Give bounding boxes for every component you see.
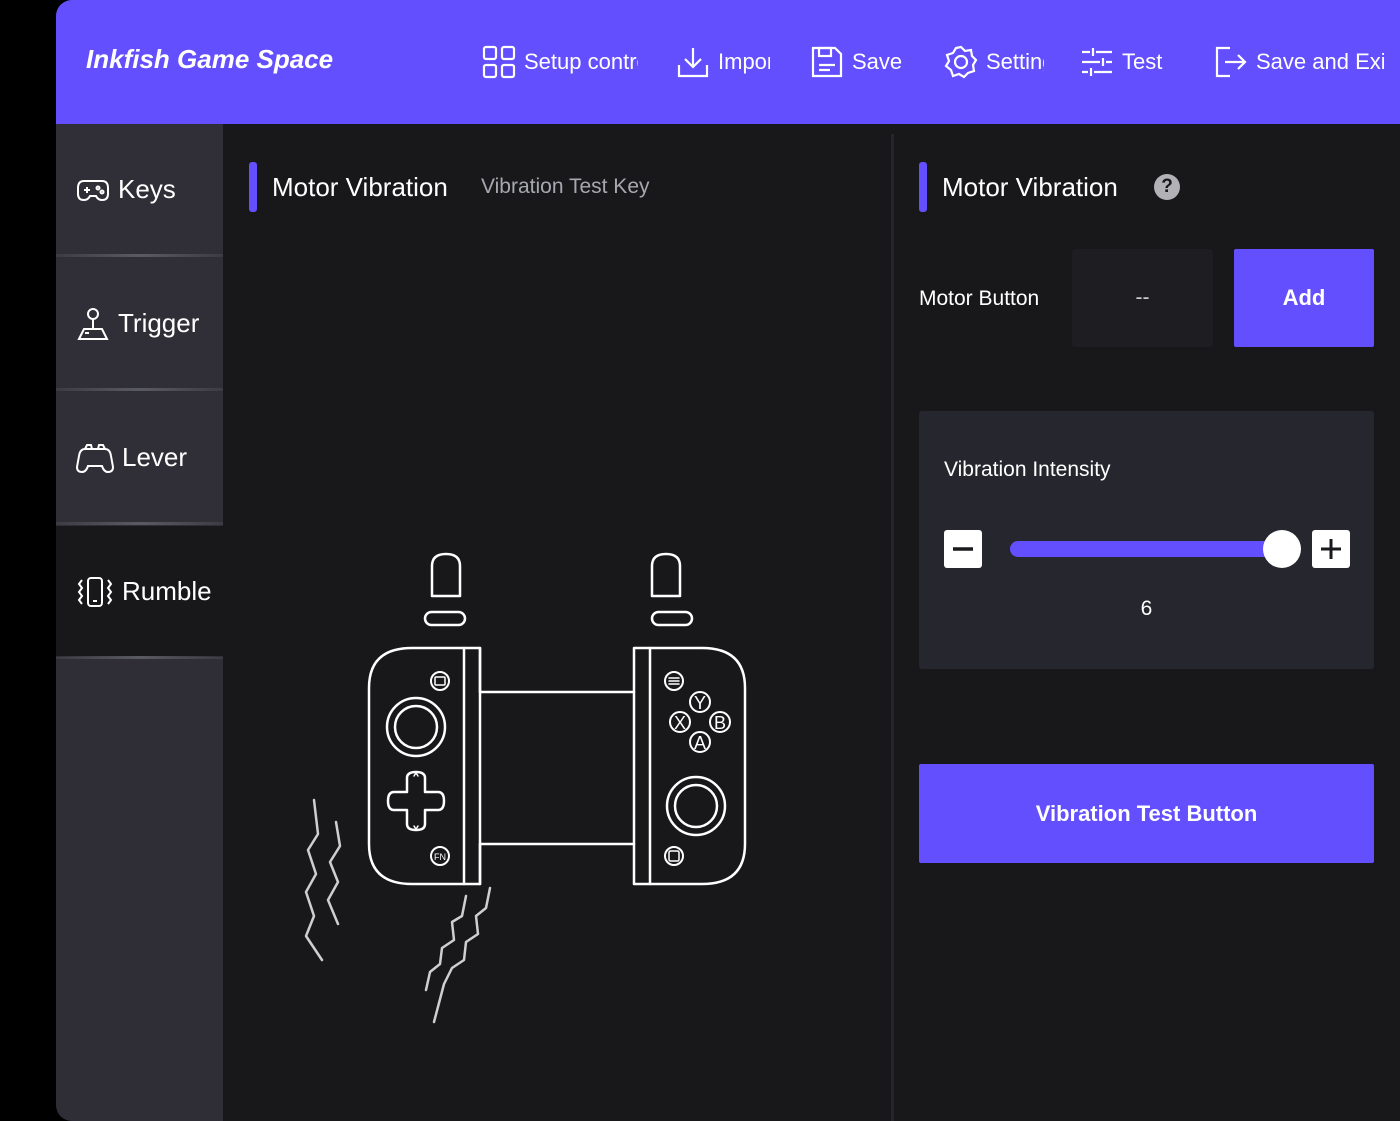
intensity-slider-thumb[interactable] [1263, 530, 1301, 568]
vibration-test-button[interactable]: Vibration Test Button [919, 764, 1374, 863]
test-button[interactable]: Test [1080, 42, 1200, 82]
import-label: Import [718, 49, 770, 74]
controller-illustration: FN Y X B A [304, 552, 747, 1024]
svg-text:A: A [694, 733, 706, 753]
setup-controller-button[interactable]: Setup controller [482, 42, 638, 82]
settings-label: Settings [986, 49, 1044, 74]
main-subtitle: Vibration Test Key [481, 175, 650, 198]
save-label: Save [852, 49, 903, 74]
motor-button-label: Motor Button [919, 287, 1040, 310]
sidebar-item-rumble[interactable]: Rumble [56, 526, 223, 657]
test-label: Test [1122, 49, 1163, 74]
sidebar-item-label: Keys [118, 174, 176, 204]
save-and-exit-button[interactable]: Save and Exit [1214, 42, 1384, 82]
svg-text:X: X [674, 713, 686, 733]
decrease-button[interactable] [944, 530, 982, 568]
left-shoulder-base [423, 610, 467, 627]
main-title: Motor Vibration [272, 172, 448, 202]
vibration-lines-left [304, 798, 342, 962]
panel-title: Motor Vibration [942, 172, 1118, 202]
intensity-label: Vibration Intensity [944, 458, 1111, 481]
intensity-card: Vibration Intensity 6 [919, 411, 1374, 669]
import-button[interactable]: Import [676, 42, 770, 82]
home-button [664, 846, 684, 866]
setup-controller-label: Setup controller [524, 49, 638, 74]
sidebar-item-keys[interactable]: Keys [56, 124, 223, 255]
plus-icon [1321, 539, 1341, 559]
intensity-slider-track[interactable] [1010, 541, 1284, 557]
save-and-exit-label: Save and Exit [1256, 49, 1384, 74]
grid-icon [482, 45, 516, 79]
main-content: Motor Vibration Vibration Test Key FN Y … [223, 124, 891, 1121]
left-shoulder-button [430, 552, 462, 598]
sidebar-divider [56, 388, 223, 391]
sidebar-divider [56, 254, 223, 257]
increase-button[interactable] [1312, 530, 1350, 568]
sidebar-divider [56, 656, 223, 659]
settings-panel: Motor Vibration ? Motor Button -- Add Vi… [894, 124, 1400, 1121]
gamepad-icon [77, 179, 109, 201]
sidebar-item-lever[interactable]: Lever [56, 392, 223, 523]
top-toolbar: Inkfish Game Space Setup controller Impo… [56, 0, 1400, 124]
fn-label: FN [434, 852, 446, 862]
download-icon [677, 48, 709, 78]
save-button[interactable]: Save [810, 42, 910, 82]
capture-button [430, 671, 450, 691]
dpad [386, 770, 446, 832]
controller-bridge [478, 690, 636, 846]
sidebar-item-label: Trigger [118, 308, 200, 338]
svg-text:B: B [714, 713, 726, 733]
vibration-lines-bottom [424, 886, 492, 1024]
minus-icon [953, 547, 973, 551]
vibrate-icon [77, 576, 113, 607]
intensity-value: 6 [1140, 597, 1153, 620]
app-title: Inkfish Game Space [86, 44, 334, 74]
sliders-icon [1082, 48, 1112, 76]
controller-icon [76, 443, 114, 473]
help-icon[interactable]: ? [1154, 174, 1180, 200]
right-shoulder-base [650, 610, 694, 627]
section-accent-bar [249, 162, 257, 212]
svg-text:Y: Y [694, 693, 706, 713]
save-icon [811, 46, 843, 78]
right-shoulder-button [650, 552, 682, 598]
gear-icon [944, 45, 978, 79]
section-accent-bar [919, 162, 927, 212]
add-button[interactable]: Add [1234, 249, 1374, 347]
exit-icon [1215, 46, 1247, 78]
sidebar-item-trigger[interactable]: Trigger [56, 258, 223, 389]
motor-button-value[interactable]: -- [1072, 249, 1213, 347]
joystick-icon [77, 307, 109, 340]
sidebar: Keys Trigger Lever Rumble [56, 124, 223, 1121]
sidebar-item-label: Lever [122, 442, 188, 472]
sidebar-divider [56, 522, 223, 525]
settings-button[interactable]: Settings [944, 42, 1044, 82]
sidebar-item-label: Rumble [122, 576, 212, 606]
app-window: Inkfish Game Space Setup controller Impo… [56, 0, 1400, 1121]
